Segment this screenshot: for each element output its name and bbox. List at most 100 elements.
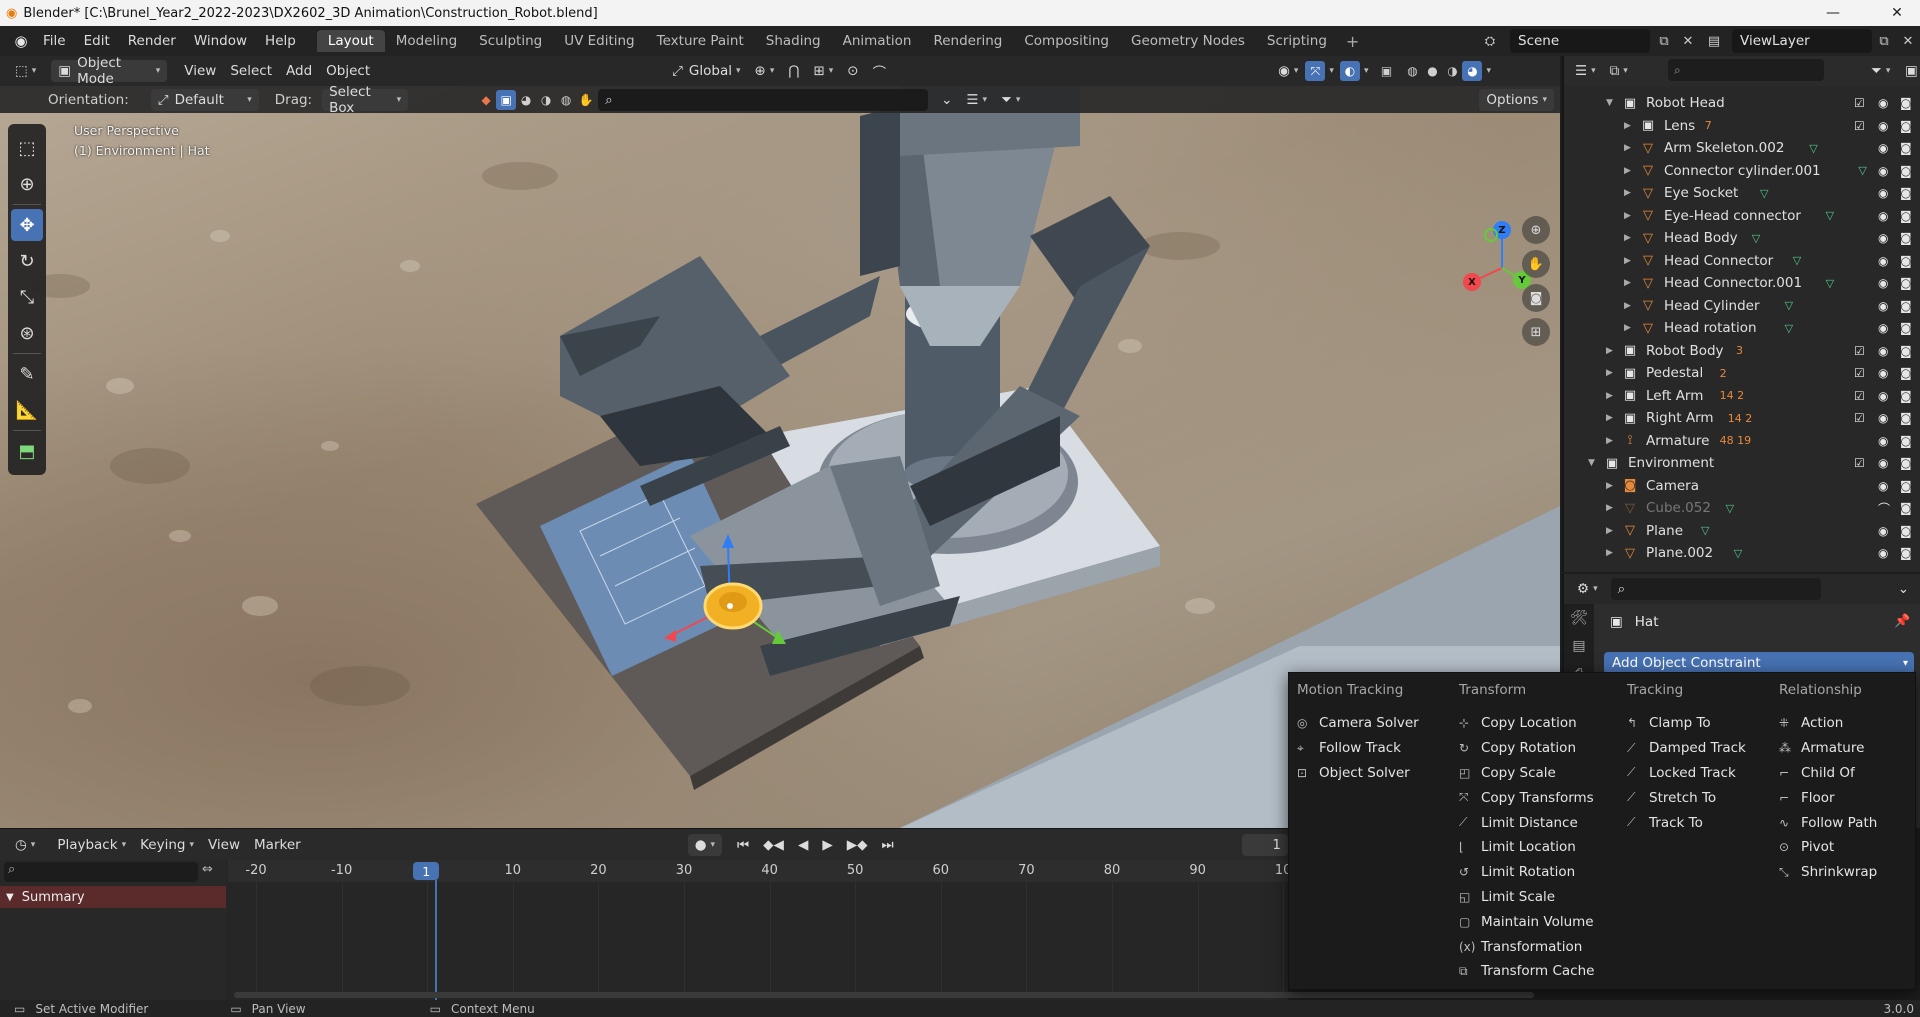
expanded-triangle-icon[interactable]: ▼: [1606, 98, 1613, 108]
mode-selector[interactable]: ▣ Object Mode ▾: [51, 55, 168, 87]
constraint-menu-item[interactable]: ⟋ Damped Track: [1627, 736, 1746, 761]
tab-shading[interactable]: Shading: [755, 30, 832, 52]
shading-ball-icon[interactable]: ◕: [516, 90, 536, 110]
outliner-row[interactable]: ▶ ▽ Arm Skeleton.002 ▽ ◉ ◙: [1564, 137, 1920, 160]
eye-icon[interactable]: ◉: [1878, 96, 1888, 110]
eye-icon[interactable]: ◉: [1878, 209, 1888, 223]
menu-playback[interactable]: Playback ▾: [50, 834, 133, 856]
overlay-toggle[interactable]: ◐: [1339, 61, 1360, 81]
eye-icon[interactable]: ◉: [1878, 411, 1888, 425]
scale-tool[interactable]: ⤡: [11, 281, 43, 313]
outliner-row[interactable]: ▶ ▽ Eye-Head connector ▽ ◉ ◙: [1564, 205, 1920, 228]
constraint-menu-item[interactable]: ⊙ Pivot: [1779, 835, 1877, 860]
display-mode[interactable]: ☰ ▾: [959, 89, 994, 111]
proportional-edit-toggle[interactable]: ⊙: [840, 60, 865, 82]
render-camera-icon[interactable]: ◙: [1900, 366, 1912, 380]
add-workspace-button[interactable]: +: [1338, 32, 1367, 51]
collapsed-triangle-icon[interactable]: ▶: [1606, 368, 1613, 378]
exclude-checkbox[interactable]: ☑: [1854, 366, 1865, 380]
timeline-search-input[interactable]: ⌕: [4, 862, 198, 882]
hand-icon[interactable]: ✋: [576, 90, 596, 110]
collapsed-triangle-icon[interactable]: ▶: [1624, 143, 1631, 153]
tab-compositing[interactable]: Compositing: [1013, 30, 1120, 52]
outliner-filter-button[interactable]: ⏷ ▾: [1864, 60, 1897, 82]
eye-icon[interactable]: ◉: [1878, 299, 1888, 313]
scene-icon[interactable]: ⛭: [1478, 29, 1502, 53]
eye-icon[interactable]: ◉: [1878, 434, 1888, 448]
exclude-checkbox[interactable]: ☑: [1854, 456, 1865, 470]
delete-view-layer-icon[interactable]: ✕: [1896, 29, 1920, 53]
delete-scene-icon[interactable]: ✕: [1676, 29, 1700, 53]
transform-gizmo[interactable]: [650, 526, 810, 686]
constraint-menu-item[interactable]: ⌖ Follow Track: [1297, 736, 1419, 761]
pivot-point-button[interactable]: ⊕ ▾: [748, 60, 782, 82]
collapsed-triangle-icon[interactable]: ▶: [1624, 211, 1631, 221]
tab-scripting[interactable]: Scripting: [1256, 30, 1338, 52]
outliner-row[interactable]: ▶ ▣ Robot Body 3 ☑ ◉ ◙: [1564, 340, 1920, 363]
jump-keyframe-forward-button[interactable]: ▶◆: [840, 834, 875, 856]
timeline-ruler[interactable]: -20 -10 1 10 20 30 40 50 60 70 80 90 10: [228, 860, 1291, 996]
close-window-button[interactable]: ✕: [1874, 0, 1920, 26]
collapsed-triangle-icon[interactable]: ▶: [1624, 166, 1631, 176]
collapsed-triangle-icon[interactable]: ▶: [1624, 301, 1631, 311]
gizmo-x-axis[interactable]: X: [1463, 273, 1481, 291]
constraint-menu-item[interactable]: ↺ Limit Rotation: [1459, 860, 1594, 885]
render-camera-icon[interactable]: ◙: [1900, 389, 1912, 403]
jump-start-button[interactable]: ⏮: [730, 834, 756, 856]
menu-view[interactable]: View: [177, 60, 223, 82]
render-camera-icon[interactable]: ◙: [1900, 434, 1912, 448]
collapsed-triangle-icon[interactable]: ▶: [1606, 436, 1613, 446]
rendered-shading[interactable]: ◕: [1462, 61, 1483, 81]
options-dropdown[interactable]: Options ▾: [1479, 88, 1554, 111]
render-camera-icon[interactable]: ◙: [1900, 321, 1912, 335]
tab-tool[interactable]: 🛠: [1564, 604, 1594, 632]
render-camera-icon[interactable]: ◙: [1900, 209, 1912, 223]
outliner-row[interactable]: ▶ ▽ Plane.002 ▽ ◉ ◙: [1564, 542, 1920, 565]
exclude-checkbox[interactable]: ☑: [1854, 119, 1865, 133]
outliner-row[interactable]: ▶ ▽ Head Connector ▽ ◉ ◙: [1564, 250, 1920, 273]
solid-shading[interactable]: ●: [1422, 61, 1442, 81]
constraint-menu-item[interactable]: ▢ Maintain Volume: [1459, 909, 1594, 934]
tab-uv-editing[interactable]: UV Editing: [553, 30, 645, 52]
eye-icon[interactable]: ◉: [1878, 186, 1888, 200]
outliner-row[interactable]: ▶ ▽ Connector cylinder.001 ▽ ◉ ◙: [1564, 160, 1920, 183]
constraint-menu-item[interactable]: ∿ Follow Path: [1779, 810, 1877, 835]
snap-toggle[interactable]: ⋂: [781, 60, 806, 82]
menu-file[interactable]: File: [34, 33, 75, 49]
gizmo-toggle[interactable]: ⤧: [1305, 61, 1326, 81]
outliner-row[interactable]: ▶ ▣ Right Arm 14 2 ☑ ◉ ◙: [1564, 407, 1920, 430]
tab-rendering[interactable]: Rendering: [922, 30, 1013, 52]
object-name-field[interactable]: ▣ Hat: [1610, 610, 1658, 634]
constraint-menu-item[interactable]: (x) Transformation: [1459, 934, 1594, 959]
move-tool[interactable]: ✥: [11, 209, 43, 241]
outliner-row[interactable]: ▶ ▽ Head rotation ▽ ◉ ◙: [1564, 317, 1920, 340]
wireframe-shading[interactable]: ◍: [1402, 61, 1422, 81]
display-mode-button[interactable]: ⧉ ▾: [1603, 60, 1635, 82]
eye-icon[interactable]: ◉: [1878, 254, 1888, 268]
constraint-menu-item[interactable]: ⟋ Limit Distance: [1459, 810, 1594, 835]
falloff-button[interactable]: ⌒: [866, 60, 894, 82]
pan-hand-icon[interactable]: ✋: [1522, 250, 1550, 278]
outliner-row[interactable]: ▶ ▽ Plane ▽ ◉ ◙: [1564, 520, 1920, 543]
eye-icon[interactable]: ◉: [1878, 321, 1888, 335]
exclude-checkbox[interactable]: ☑: [1854, 344, 1865, 358]
render-camera-icon[interactable]: ◙: [1900, 276, 1912, 290]
menu-select[interactable]: Select: [223, 60, 279, 82]
mesh-select-icon[interactable]: ▣: [496, 89, 517, 110]
menu-render[interactable]: Render: [119, 33, 185, 49]
visibility-toggle[interactable]: ◉ ▾: [1271, 60, 1305, 82]
eye-icon[interactable]: ◉: [1878, 389, 1888, 403]
render-camera-icon[interactable]: ◙: [1900, 299, 1912, 313]
outliner-row[interactable]: ▶ ◙ Camera ◉ ◙: [1564, 475, 1920, 498]
world-icon[interactable]: ◍: [556, 90, 576, 110]
blender-menu-icon[interactable]: ◉: [8, 31, 34, 51]
menu-edit[interactable]: Edit: [75, 33, 119, 49]
drag-dropdown[interactable]: Select Box ▾: [322, 84, 409, 116]
xray-toggle[interactable]: ▣: [1376, 61, 1396, 81]
eye-icon[interactable]: ◉: [1878, 344, 1888, 358]
constraint-menu-item[interactable]: ⊹ Copy Location: [1459, 711, 1594, 736]
constraint-menu-item[interactable]: ↰ Clamp To: [1627, 711, 1746, 736]
render-camera-icon[interactable]: ◙: [1900, 479, 1912, 493]
collapsed-triangle-icon[interactable]: ▶: [1606, 481, 1613, 491]
outliner-row[interactable]: ▶ ▽ Eye Socket ▽ ◉ ◙: [1564, 182, 1920, 205]
